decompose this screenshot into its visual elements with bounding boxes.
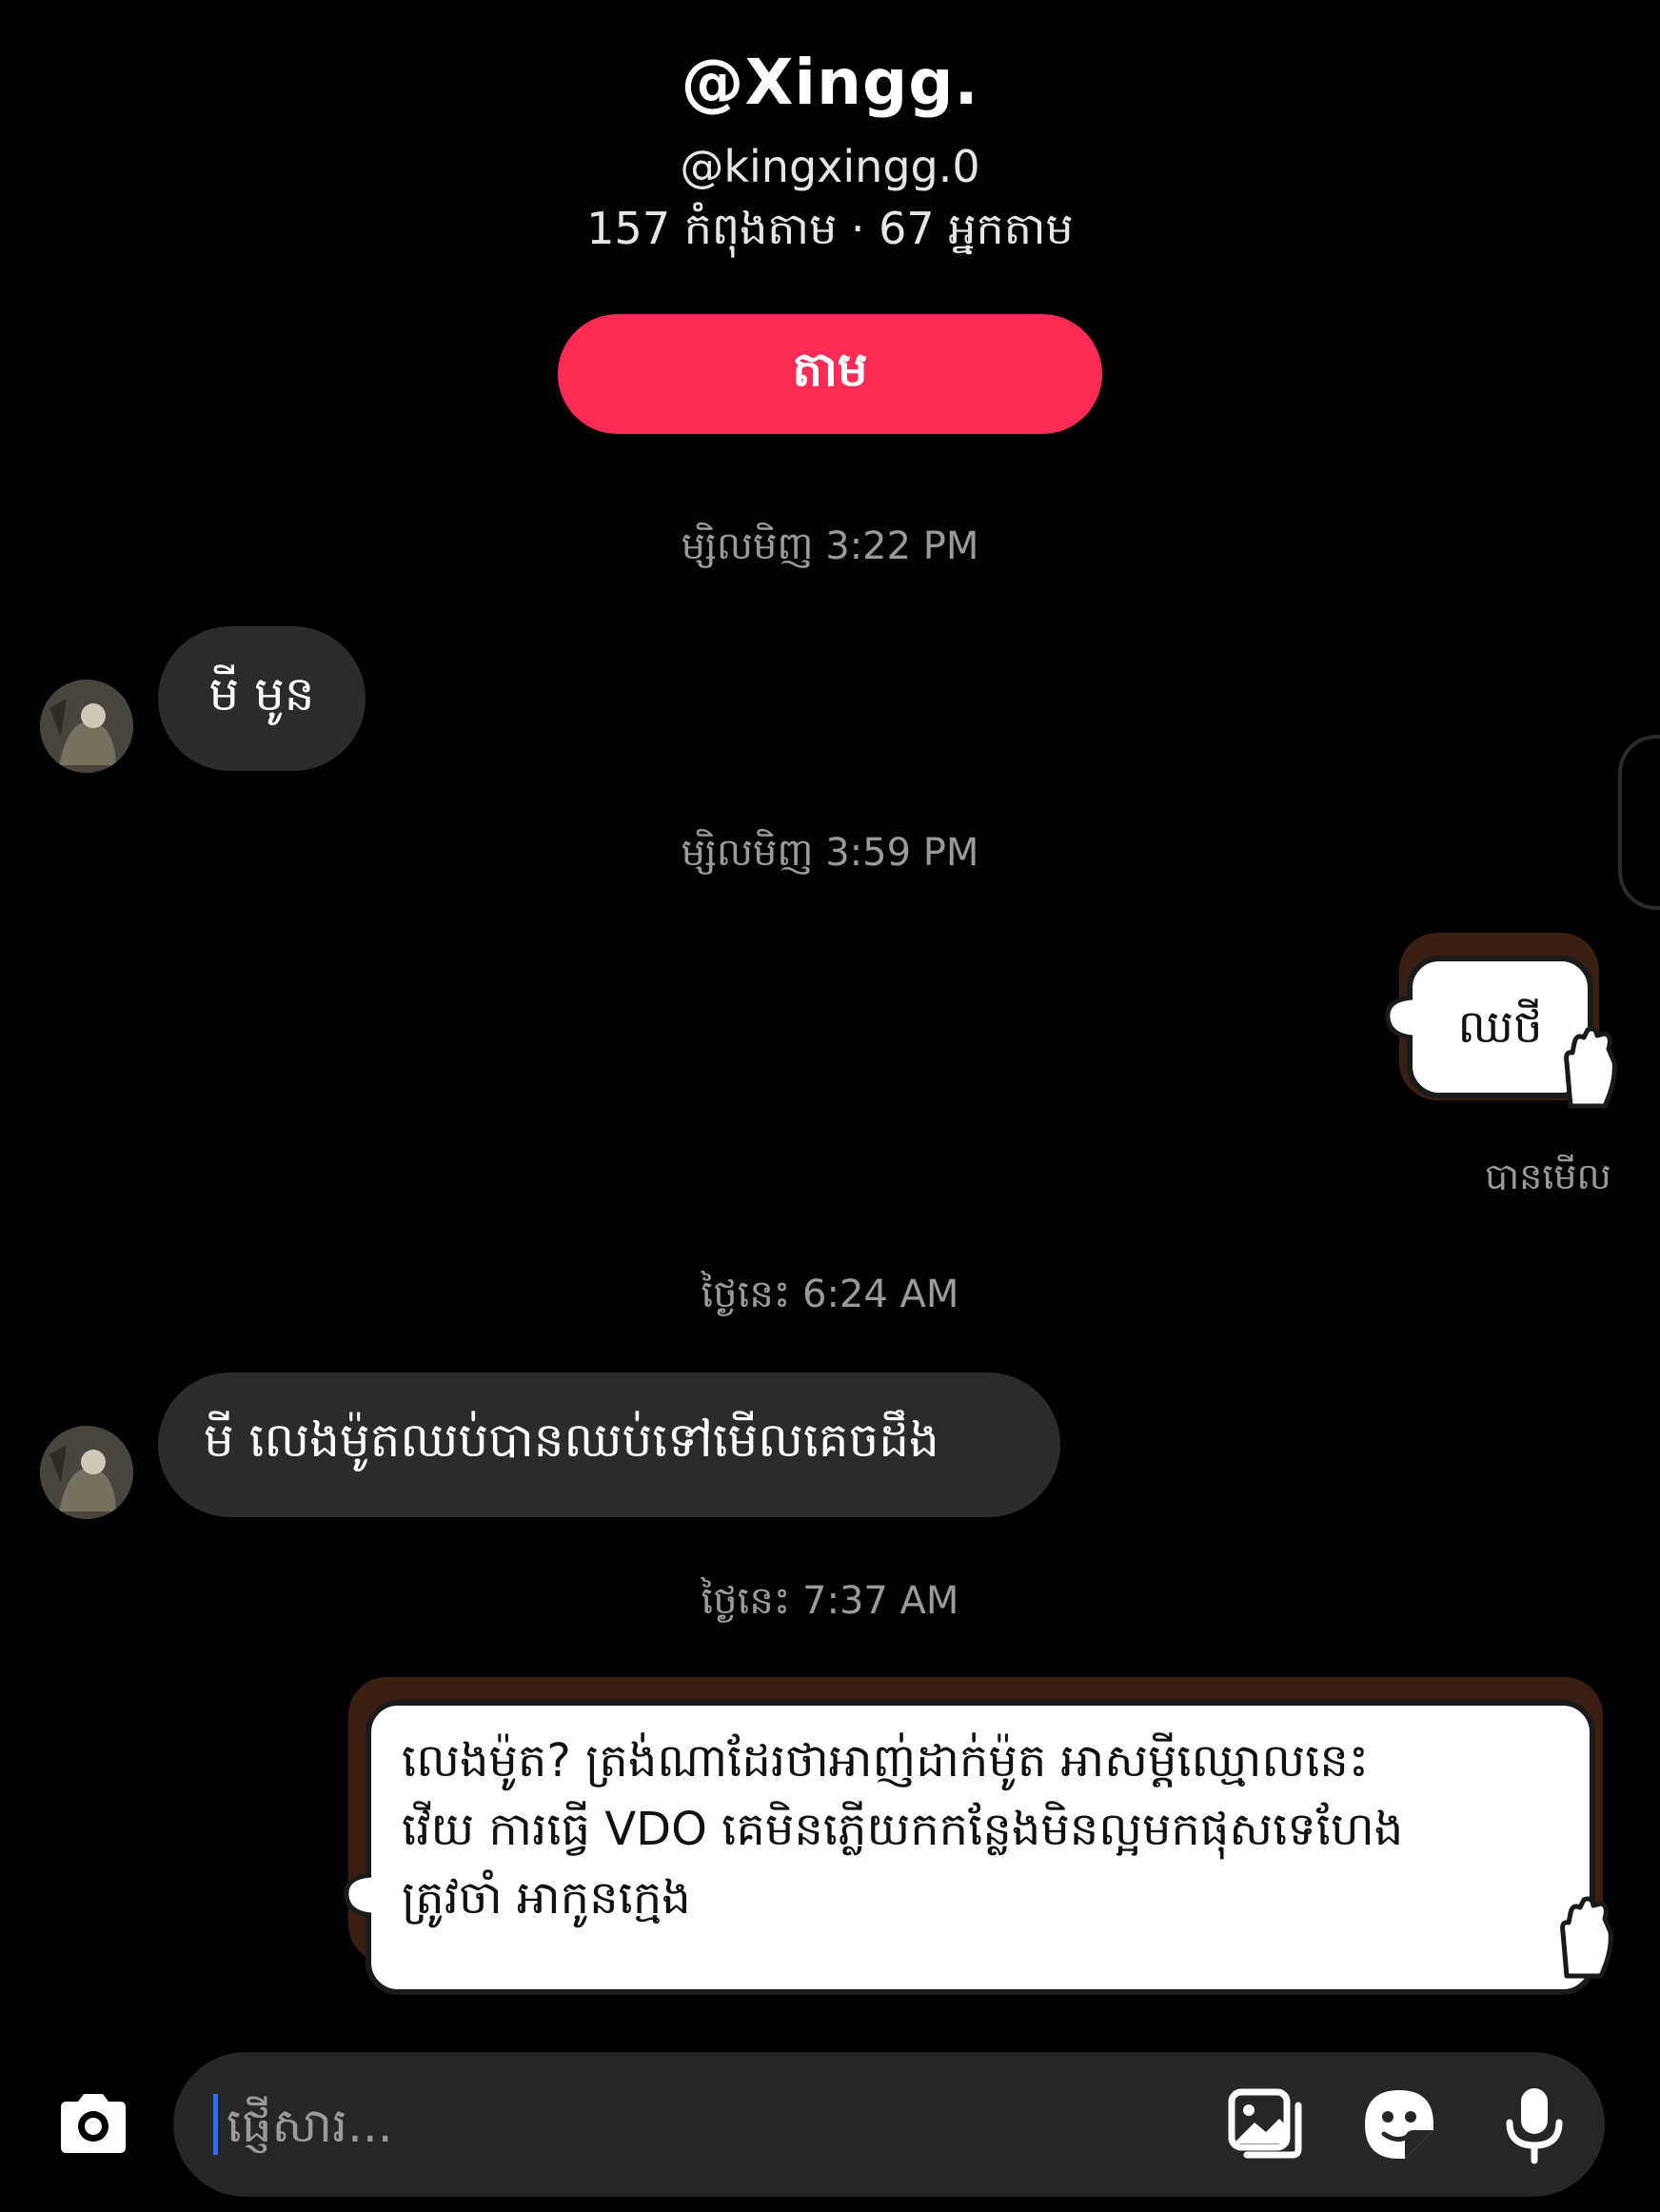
microphone-button[interactable] [1494, 2084, 1574, 2164]
sticker-text-line-1: លេងម៉ូត? ត្រង់ណាដែរថាអាញ់ដាក់ម៉ូត អាសម្ដ… [402, 1734, 1369, 1787]
message-text: មី មូន [208, 665, 315, 721]
message-timestamp: ថ្ងៃនេះ 6:24 AM [701, 1273, 959, 1316]
gallery-icon [1228, 2088, 1302, 2159]
follow-button[interactable]: តាម [558, 314, 1102, 434]
sticker-ear-icon [344, 1872, 372, 1918]
profile-username[interactable]: @kingxingg.0 [0, 141, 1660, 192]
sticker-ear-icon [1385, 995, 1413, 1040]
camera-icon [61, 2094, 126, 2153]
sticker-text-line-2: វើយ ការធ្វើ VDO គេមិនភ្លើយកកន្លែងមិនល្អម… [402, 1803, 1404, 1856]
sent-sticker-message[interactable]: ឈថី [1380, 933, 1618, 1123]
text-caret [213, 2094, 218, 2155]
message-timestamp: ម្សិលមិញ 3:22 PM [681, 524, 979, 568]
waving-hand-icon [1560, 1896, 1613, 1979]
sticker-button[interactable] [1359, 2084, 1439, 2164]
waving-hand-icon [1564, 1026, 1617, 1109]
avatar-photo [40, 680, 133, 773]
profile-follow-stats: 157 កំពុងតាម · 67 អ្នកតាម [586, 203, 1074, 254]
avatar-photo [40, 1426, 133, 1519]
message-timestamp: ថ្ងៃនេះ 7:37 AM [701, 1579, 959, 1623]
sticker-text-line-3: ត្រូវចាំ អាកូនក្មេង [402, 1871, 691, 1925]
camera-button[interactable] [53, 2084, 133, 2164]
microphone-icon [1506, 2088, 1563, 2164]
received-message-bubble[interactable]: មី មូន [158, 626, 366, 771]
gallery-button[interactable] [1224, 2084, 1304, 2164]
message-input[interactable] [225, 2079, 1161, 2172]
avatar[interactable] [40, 1426, 133, 1519]
sticker-card: លេងម៉ូត? ត្រង់ណាដែរថាអាញ់ដាក់ម៉ូត អាសម្ដ… [366, 1700, 1595, 1995]
sticker-text: ឈថី [1457, 1000, 1543, 1054]
side-scroll-handle[interactable] [1618, 735, 1660, 910]
seen-status: បានមើល [1485, 1155, 1611, 1197]
profile-display-name: @Xingg. [681, 46, 979, 119]
message-timestamp: ម្សិលមិញ 3:59 PM [681, 831, 979, 875]
received-message-bubble[interactable]: មី លេងម៉ូតឈប់បានឈប់ទៅមើលគេចដឹង [158, 1373, 1060, 1517]
message-text: មី លេងម៉ូតឈប់បានឈប់ទៅមើលគេចដឹង [204, 1412, 939, 1468]
sent-sticker-message[interactable]: លេងម៉ូត? ត្រង់ណាដែរថាអាញ់ដាក់ម៉ូត អាសម្ដ… [339, 1677, 1618, 2001]
sticker-icon [1365, 2090, 1433, 2159]
avatar[interactable] [40, 680, 133, 773]
